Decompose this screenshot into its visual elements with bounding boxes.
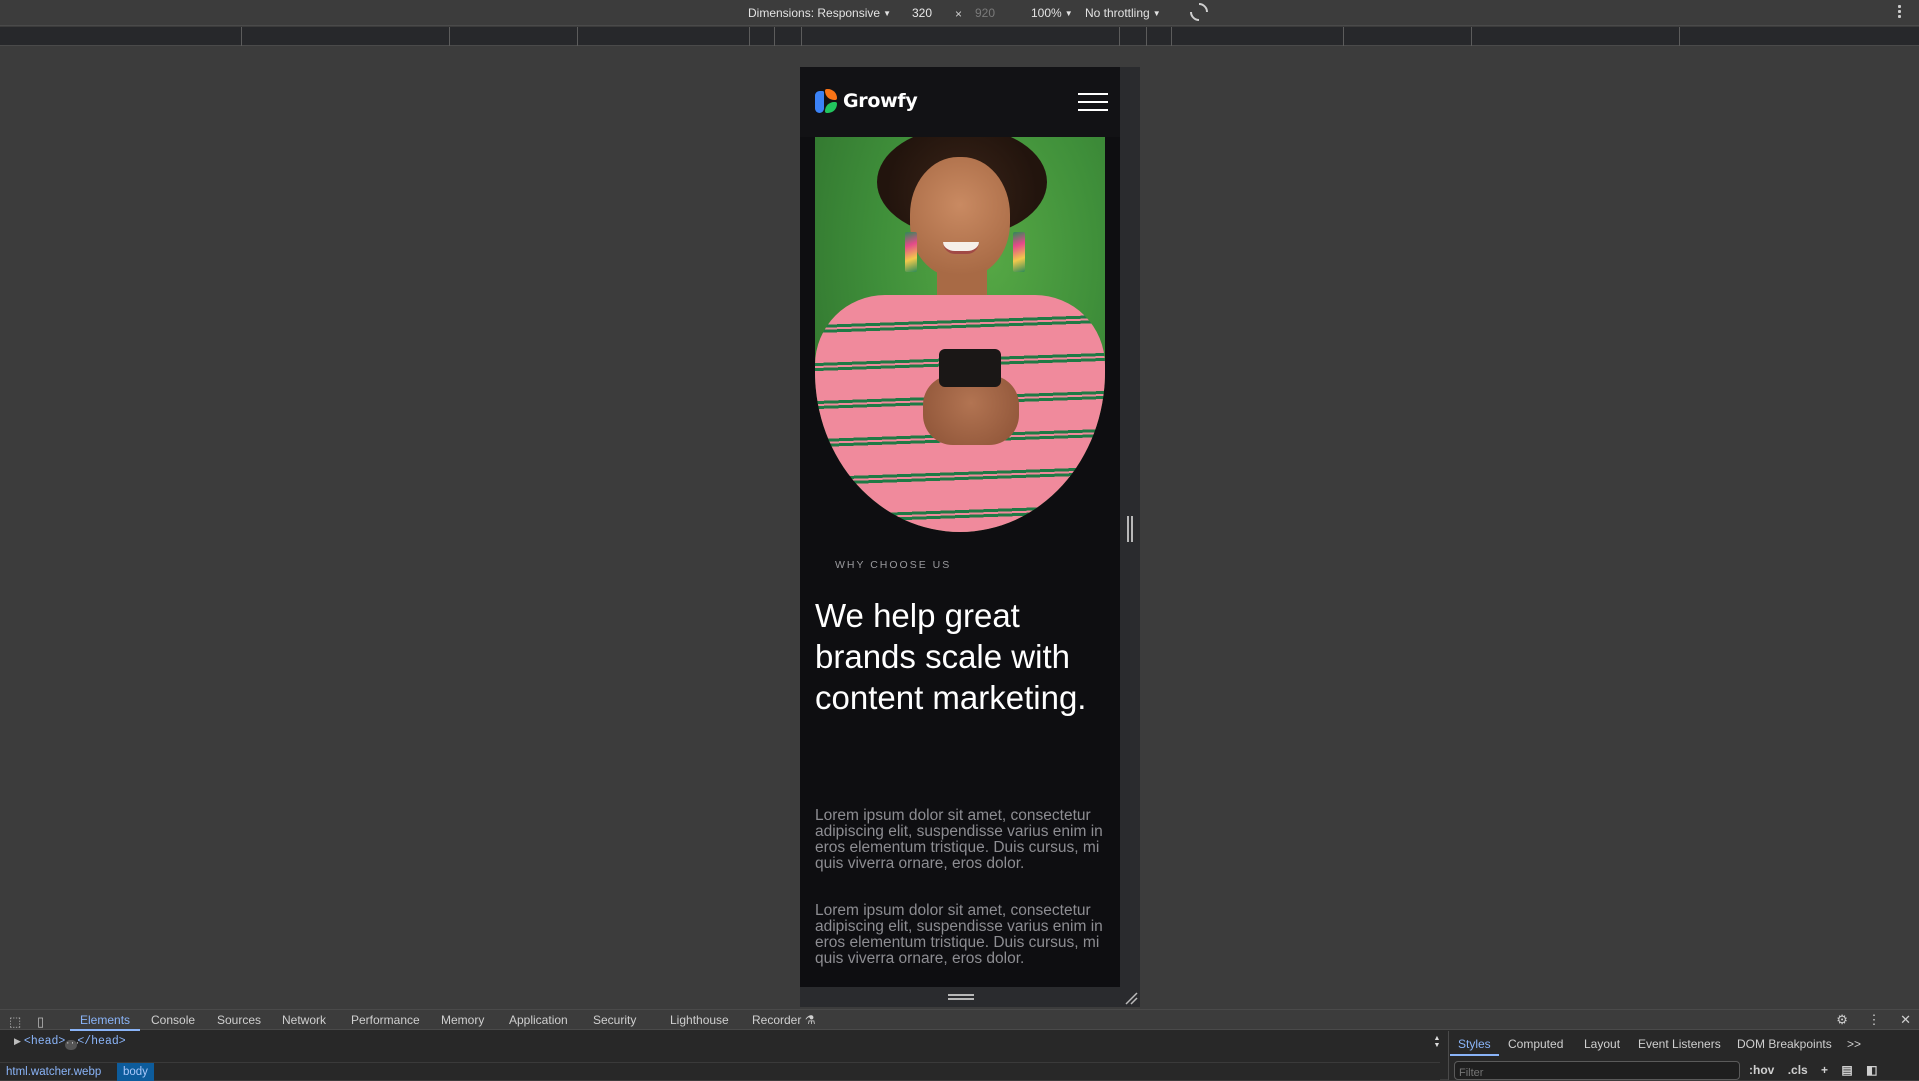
media-query-marker[interactable]: [449, 27, 450, 46]
section-headline: We help great brands scale with content …: [815, 597, 1087, 716]
hamburger-menu-icon[interactable]: [1078, 93, 1108, 111]
device-toolbar: Dimensions: Responsive ▼ 320 × 920 100% ▼ …: [0, 0, 1919, 26]
collapsed-ellipsis-icon[interactable]: ···: [65, 1040, 80, 1050]
media-query-marker[interactable]: [801, 27, 802, 46]
rotate-button[interactable]: [1186, 0, 1212, 25]
tab-recorder-label: Recorder: [752, 1013, 802, 1027]
resize-handle-bottom[interactable]: [800, 987, 1140, 1007]
zoom-label: 100%: [1031, 6, 1062, 20]
body-paragraph: Lorem ipsum dolor sit amet, consectetur …: [815, 902, 1103, 967]
viewport-width-input[interactable]: 320: [912, 6, 932, 20]
section-eyebrow: WHY CHOOSE US: [835, 559, 952, 571]
viewport-stage: Growfy WHY CHOOSE US We help great brand…: [0, 47, 1919, 1009]
tab-network[interactable]: Network: [282, 1013, 326, 1027]
dimensions-dropdown[interactable]: Dimensions: Responsive ▼: [748, 6, 891, 20]
dom-node-head[interactable]: ▶ <head>···</head>: [14, 1035, 126, 1050]
inspect-element-icon[interactable]: ⬚: [9, 1014, 21, 1030]
class-toggle[interactable]: .cls: [1788, 1063, 1808, 1077]
hero-image: [815, 137, 1105, 532]
media-query-marker[interactable]: [749, 27, 750, 46]
growfy-logo-icon: [815, 89, 839, 113]
breadcrumb-item[interactable]: html.watcher.webp: [0, 1063, 107, 1081]
more-options-icon[interactable]: ⋮: [1867, 1012, 1880, 1027]
viewport-height-input[interactable]: 920: [975, 6, 995, 20]
tab-layout[interactable]: Layout: [1584, 1037, 1620, 1051]
expand-arrow-icon[interactable]: ▶: [14, 1037, 21, 1047]
media-query-marker[interactable]: [241, 27, 242, 46]
brand-name: Growfy: [843, 90, 918, 112]
growfy-page: Growfy WHY CHOOSE US We help great brand…: [800, 67, 1120, 987]
tab-elements[interactable]: Elements: [69, 1013, 141, 1031]
more-tabs-chevron-icon[interactable]: >>: [1847, 1037, 1861, 1051]
computed-styles-icon[interactable]: ▤: [1841, 1063, 1852, 1077]
styles-pane-tabs: Styles Computed Layout Event Listeners D…: [1448, 1031, 1919, 1057]
media-query-marker[interactable]: [1679, 27, 1680, 46]
media-query-marker[interactable]: [1119, 27, 1120, 46]
new-rule-plus-icon[interactable]: +: [1821, 1063, 1828, 1077]
device-frame: Growfy WHY CHOOSE US We help great brand…: [800, 67, 1140, 1007]
dom-close-tag: </head>: [77, 1035, 126, 1048]
tab-dom-breakpoints[interactable]: DOM Breakpoints: [1737, 1037, 1832, 1051]
tab-computed[interactable]: Computed: [1508, 1037, 1563, 1051]
body-paragraph: Lorem ipsum dolor sit amet, consectetur …: [815, 807, 1103, 872]
zoom-dropdown[interactable]: 100% ▼: [1031, 6, 1073, 20]
devtools-panel: ⬚ ▯ Elements Console Sources Network Per…: [0, 1009, 1919, 1081]
media-query-bar[interactable]: [0, 27, 1919, 46]
media-query-marker[interactable]: [1146, 27, 1147, 46]
panel-resize-icon[interactable]: ▲ ▼: [1432, 1035, 1442, 1049]
more-options-icon[interactable]: [1898, 5, 1901, 20]
site-header: Growfy: [800, 67, 1120, 137]
caret-down-icon: ▼: [1152, 9, 1161, 18]
styles-filter-row: :hov .cls + ▤ ◧: [1448, 1057, 1919, 1080]
devtools-actions: ⚙ ⋮ ✕: [1820, 1012, 1911, 1028]
tab-performance[interactable]: Performance: [351, 1013, 420, 1027]
caret-down-icon: ▼: [883, 9, 891, 18]
tab-recorder[interactable]: Recorder ⚗: [752, 1013, 815, 1027]
hover-state-toggle[interactable]: :hov: [1749, 1063, 1774, 1077]
dom-open-tag: <head>: [23, 1035, 66, 1048]
drag-grip-icon: [948, 994, 974, 1000]
tab-memory[interactable]: Memory: [441, 1013, 484, 1027]
tab-console[interactable]: Console: [151, 1013, 195, 1027]
times-icon: ×: [955, 7, 963, 21]
tab-lighthouse[interactable]: Lighthouse: [670, 1013, 729, 1027]
resize-handle-right[interactable]: [1120, 67, 1140, 987]
tab-styles[interactable]: Styles: [1450, 1037, 1499, 1056]
breadcrumb-item-active[interactable]: body: [117, 1063, 154, 1081]
toggle-sidebar-icon[interactable]: ◧: [1866, 1063, 1877, 1077]
tab-event-listeners[interactable]: Event Listeners: [1638, 1037, 1721, 1051]
resize-corner-icon[interactable]: [1124, 991, 1138, 1005]
rotate-icon: [1186, 0, 1212, 25]
throttling-dropdown[interactable]: No throttling ▼: [1085, 6, 1161, 20]
drag-grip-icon: [1127, 516, 1133, 542]
tab-application[interactable]: Application: [509, 1013, 568, 1027]
device-toggle-icon[interactable]: ▯: [37, 1014, 44, 1030]
tab-sources[interactable]: Sources: [217, 1013, 261, 1027]
devtools-tabbar: ⬚ ▯ Elements Console Sources Network Per…: [0, 1010, 1919, 1031]
brand-logo[interactable]: Growfy: [815, 89, 918, 113]
dom-tree: ▶ <head>···</head>: [0, 1031, 1440, 1053]
media-query-marker[interactable]: [577, 27, 578, 46]
flask-icon: ⚗: [804, 1013, 816, 1027]
media-query-marker[interactable]: [1343, 27, 1344, 46]
media-query-marker[interactable]: [1171, 27, 1172, 46]
styles-filter-tools: :hov .cls + ▤ ◧: [1749, 1063, 1887, 1077]
tab-security[interactable]: Security: [593, 1013, 636, 1027]
media-query-marker[interactable]: [774, 27, 775, 46]
settings-gear-icon[interactable]: ⚙: [1836, 1012, 1848, 1027]
breadcrumb: html.watcher.webp body: [0, 1062, 1440, 1081]
dimensions-label: Dimensions: Responsive: [748, 6, 881, 20]
throttling-label: No throttling: [1085, 6, 1150, 20]
caret-down-icon: ▼: [1064, 9, 1073, 18]
media-query-marker[interactable]: [1471, 27, 1472, 46]
close-icon[interactable]: ✕: [1900, 1012, 1911, 1027]
styles-filter-input[interactable]: [1454, 1061, 1740, 1080]
